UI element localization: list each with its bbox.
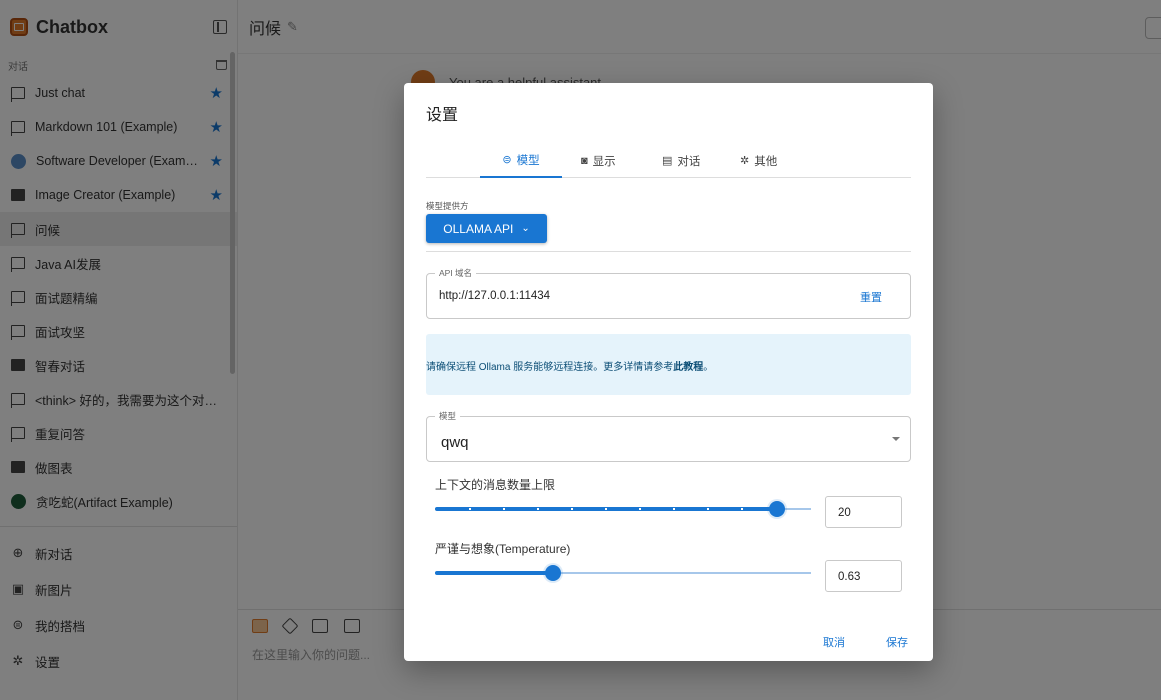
model-select[interactable]: 模型 qwq [426,410,911,462]
temperature-slider[interactable] [435,565,811,581]
info-end: 。 [703,362,714,373]
tab-other[interactable]: ✲ 其他 [740,143,777,178]
divider [426,251,911,252]
api-host-label: API 域名 [435,267,477,279]
temperature-input[interactable]: 0.63 [825,560,902,592]
gear-icon: ✲ [740,155,750,167]
bot-icon: ⊜ [502,154,512,166]
slider-mark [537,508,539,510]
tab-label: 显示 [592,155,616,168]
context-limit-label: 上下文的消息数量上限 [435,478,556,492]
info-text: 请确保远程 Ollama 服务能够远程连接。更多详情请参考 [426,362,674,373]
tab-model[interactable]: ⊜ 模型 [480,143,562,178]
api-host-field[interactable]: API 域名 http://127.0.0.1:11434 重置 [426,267,911,319]
model-label: 模型 [435,410,461,422]
tab-label: 其他 [754,155,778,168]
slider-mark [605,508,607,510]
slider-mark [639,508,641,510]
tutorial-link[interactable]: 此教程 [673,362,703,373]
settings-dialog: 设置 ⊜ 模型 ◙ 显示 ▤ 对话 ✲ 其他 模型提供方 OLLAMA API … [404,83,933,661]
context-limit-slider[interactable] [435,501,811,517]
save-button[interactable]: 保存 [886,634,908,650]
slider-thumb[interactable] [545,565,562,581]
settings-tabs: ⊜ 模型 ◙ 显示 ▤ 对话 ✲ 其他 [426,143,911,178]
dialog-title: 设置 [426,107,459,124]
slider-mark [673,508,675,510]
display-icon: ◙ [581,154,588,167]
model-value: qwq [441,434,469,451]
slider-mark [571,508,573,510]
temperature-label: 严谨与想象(Temperature) [435,542,571,556]
provider-value: OLLAMA API [443,221,514,236]
info-alert: 请确保远程 Ollama 服务能够远程连接。更多详情请参考此教程。 [426,334,911,395]
slider-mark [503,508,505,510]
slider-mark [741,508,743,510]
cancel-button[interactable]: 取消 [823,634,845,650]
reset-button[interactable]: 重置 [860,289,882,305]
tab-chat[interactable]: ▤ 对话 [662,143,700,178]
tab-label: 对话 [677,155,701,168]
chat-icon: ▤ [662,155,673,167]
tab-display[interactable]: ◙ 显示 [581,143,616,178]
provider-label: 模型提供方 [426,201,469,211]
slider-thumb[interactable] [769,501,786,517]
tab-label: 模型 [516,154,540,167]
slider-mark [469,508,471,510]
context-limit-input[interactable]: 20 [825,496,902,528]
slider-track [435,571,554,575]
chevron-down-icon: ⌄ [521,223,530,234]
provider-select-button[interactable]: OLLAMA API ⌄ [426,214,547,243]
api-host-input[interactable]: http://127.0.0.1:11434 [439,290,550,302]
caret-down-icon [892,437,900,441]
slider-mark [707,508,709,510]
